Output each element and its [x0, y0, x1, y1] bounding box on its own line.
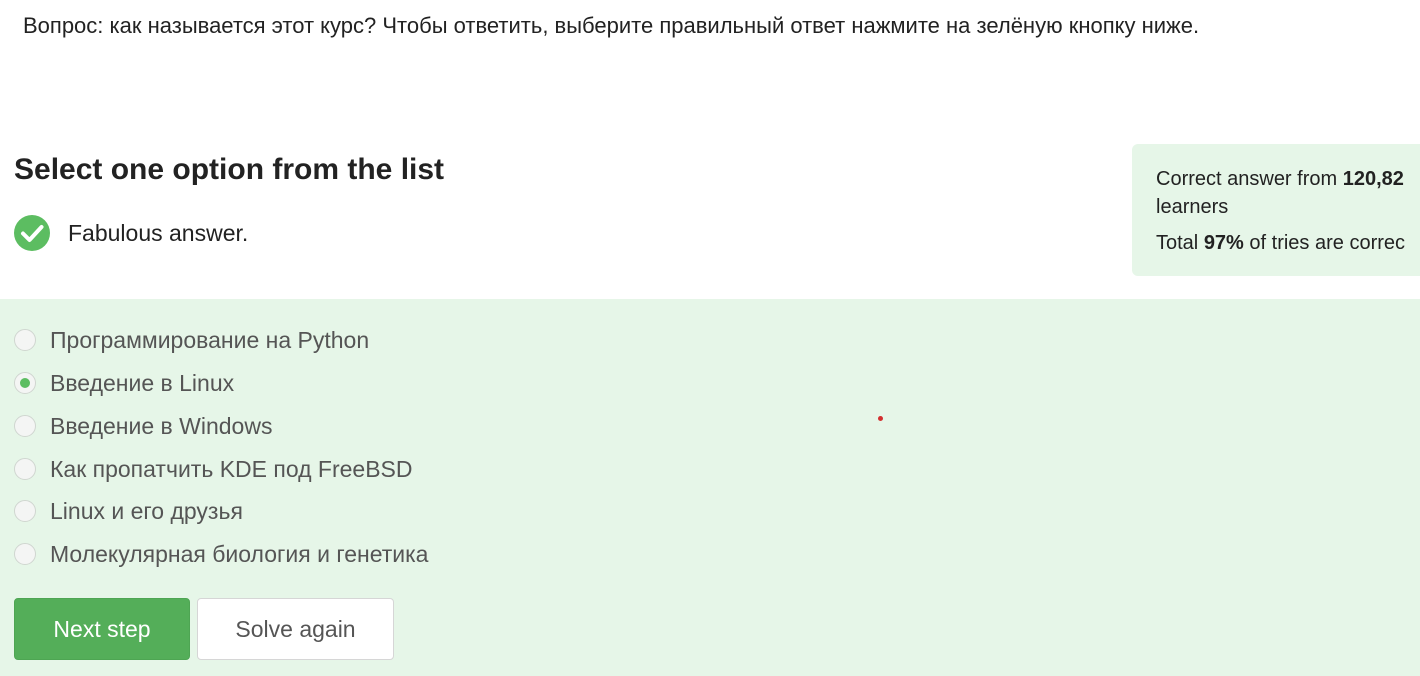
- radio-button[interactable]: [14, 543, 36, 565]
- feedback-text: Fabulous answer.: [68, 219, 249, 246]
- stats-percent: 97%: [1203, 232, 1244, 254]
- option-label[interactable]: Linux и его друзья: [50, 498, 243, 525]
- stats-learners-count: 120,82: [1342, 168, 1404, 190]
- radio-button[interactable]: [14, 415, 36, 437]
- option-label[interactable]: Как пропатчить KDE под FreeBSD: [50, 456, 413, 483]
- radio-button-selected[interactable]: [14, 372, 36, 394]
- radio-button[interactable]: [14, 500, 36, 522]
- option-windows-intro[interactable]: Введение в Windows: [14, 411, 272, 441]
- next-step-button[interactable]: Next step: [14, 598, 190, 660]
- cursor-dot: [878, 416, 883, 421]
- radio-button[interactable]: [14, 458, 36, 480]
- option-label[interactable]: Введение в Linux: [50, 370, 234, 397]
- answer-area: Программирование на Python Введение в Li…: [0, 299, 1420, 676]
- option-linux-friends[interactable]: Linux и его друзья: [14, 496, 243, 526]
- quiz-heading: Select one option from the list: [14, 153, 445, 186]
- question-text: Вопрос: как называется этот курс? Чтобы …: [23, 13, 1200, 38]
- feedback-message: Fabulous answer.: [14, 215, 248, 251]
- option-label[interactable]: Программирование на Python: [50, 327, 369, 354]
- solve-again-button[interactable]: Solve again: [197, 598, 394, 660]
- stats-correct-from: Correct answer from 120,82: [1156, 164, 1404, 194]
- check-circle-icon: [14, 215, 50, 251]
- option-kde-freebsd[interactable]: Как пропатчить KDE под FreeBSD: [14, 454, 413, 484]
- stats-total-tries: Total 97% of tries are correc: [1156, 230, 1405, 256]
- option-linux-intro[interactable]: Введение в Linux: [14, 368, 234, 398]
- stats-learners-label: learners: [1156, 196, 1229, 218]
- option-label[interactable]: Молекулярная биология и генетика: [50, 541, 428, 568]
- stats-panel: Correct answer from 120,82 learners Tota…: [1132, 144, 1420, 276]
- option-molecular-biology[interactable]: Молекулярная биология и генетика: [14, 539, 428, 569]
- stats-total-prefix: Total: [1156, 232, 1204, 254]
- option-python[interactable]: Программирование на Python: [14, 325, 369, 355]
- radio-button[interactable]: [14, 329, 36, 351]
- stats-correct-prefix: Correct answer from: [1156, 168, 1343, 190]
- stats-total-suffix: of tries are correc: [1243, 232, 1406, 254]
- option-label[interactable]: Введение в Windows: [50, 413, 272, 440]
